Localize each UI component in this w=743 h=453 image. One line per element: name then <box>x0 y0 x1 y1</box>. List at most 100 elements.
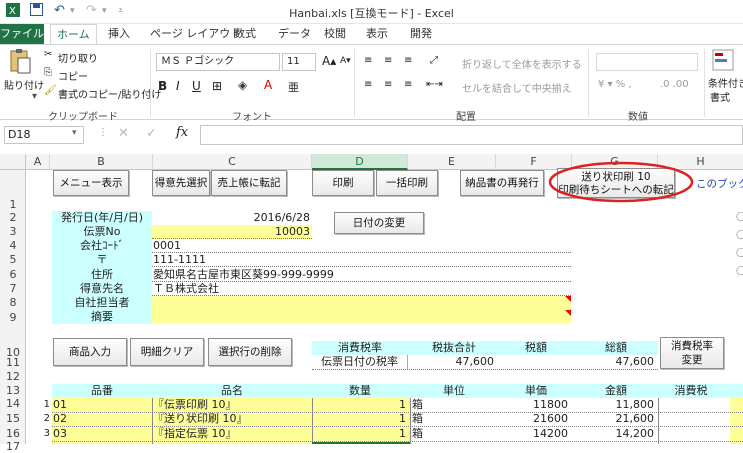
wrap-text-button[interactable]: 折り返して全体を表示する <box>462 56 582 71</box>
font-size-select[interactable]: 11 <box>282 53 316 71</box>
fill-color-icon[interactable]: ◈ <box>238 78 247 92</box>
column-header-b[interactable]: B <box>50 154 153 170</box>
table-row-price[interactable]: 21600 <box>498 412 568 426</box>
cut-icon[interactable]: ✂ <box>44 49 52 60</box>
copy-button[interactable]: コピー <box>58 68 88 83</box>
date-change-button[interactable]: 日付の変更 <box>334 212 424 234</box>
row-header[interactable]: 15 <box>0 412 26 425</box>
table-row-code[interactable]: 02 <box>53 412 149 426</box>
table-row-qty[interactable]: 1 <box>312 412 408 426</box>
align-right-icon[interactable]: ≡ <box>404 79 412 90</box>
slip-no-value[interactable]: 10003 <box>152 225 312 239</box>
font-name-select[interactable]: ＭＳ Ｐゴシック <box>156 53 280 71</box>
tab-formulas[interactable]: 数式 <box>228 24 262 44</box>
row-header[interactable]: 1 <box>0 198 26 211</box>
align-top-icon[interactable]: ≡ <box>364 55 372 66</box>
row-header[interactable]: 5 <box>0 253 26 266</box>
table-row-code[interactable]: 03 <box>53 427 149 441</box>
tab-review[interactable]: 校閲 <box>318 24 352 44</box>
row-header[interactable]: 8 <box>0 296 26 309</box>
merge-center-button[interactable]: セルを結合して中央揃え <box>462 80 572 95</box>
align-left-icon[interactable]: ≡ <box>364 79 372 90</box>
row-header[interactable]: 13 <box>0 384 26 397</box>
table-row-price[interactable]: 11800 <box>498 398 568 412</box>
row-header[interactable]: 4 <box>0 239 26 252</box>
print-button[interactable]: 印刷 <box>312 170 374 196</box>
orientation-icon[interactable]: ⤢ <box>430 55 438 66</box>
row-header[interactable]: 14 <box>0 397 26 410</box>
tax-rate-value[interactable]: 伝票日付の税率 <box>312 355 408 369</box>
font-color-icon[interactable]: A <box>264 78 272 92</box>
table-row-qty[interactable]: 1 <box>312 398 408 412</box>
column-header-a[interactable]: A <box>26 154 50 170</box>
row-header[interactable]: 12 <box>0 370 26 383</box>
staff-value[interactable] <box>152 296 571 310</box>
conditional-format-icon[interactable] <box>712 49 734 74</box>
batch-print-button[interactable]: 一括印刷 <box>376 170 438 196</box>
align-middle-icon[interactable]: ≡ <box>384 55 392 66</box>
cut-button[interactable]: 切り取り <box>58 50 98 65</box>
address-value[interactable]: 愛知県名古屋市東区葵99-999-9999 <box>153 268 453 282</box>
tab-file[interactable]: ファイル <box>0 24 44 44</box>
client-name-value[interactable]: ＴＢ株式会社 <box>153 282 353 296</box>
tax-rate-change-button[interactable]: 消費税率 変更 <box>660 337 724 369</box>
currency-icon[interactable]: ¥ ▾ % , <box>598 79 632 90</box>
zip-value[interactable]: 111-1111 <box>153 253 303 267</box>
memo-value[interactable] <box>152 310 571 324</box>
tab-home[interactable]: ホーム <box>50 24 97 44</box>
column-header-c[interactable]: C <box>153 154 312 170</box>
column-header-e[interactable]: E <box>408 154 496 170</box>
grow-font-icon[interactable]: A▴ <box>322 54 336 68</box>
row-header[interactable]: 6 <box>0 268 26 281</box>
reissue-delivery-note-button[interactable]: 納品書の再発行 <box>460 170 544 196</box>
paste-icon[interactable] <box>8 49 32 78</box>
name-box-dropdown-icon[interactable]: ▾ <box>72 128 77 138</box>
underline-icon[interactable]: U <box>192 79 201 93</box>
conditional-format-button[interactable]: 条件付き <box>708 75 743 90</box>
decimal-icon[interactable]: .0 .00 <box>660 79 689 90</box>
align-center-icon[interactable]: ≡ <box>384 79 392 90</box>
table-row-unit[interactable]: 箱 <box>412 398 498 412</box>
italic-icon[interactable]: I <box>176 79 180 93</box>
detail-clear-button[interactable]: 明細クリア <box>130 338 204 366</box>
format-painter-button[interactable]: 書式のコピー/貼り付け <box>58 86 161 101</box>
menu-button[interactable]: メニュー表示 <box>53 170 129 196</box>
client-select-button[interactable]: 得意先選択 <box>152 170 210 196</box>
row-header[interactable]: 17 <box>0 440 26 453</box>
number-format-select[interactable] <box>596 53 698 71</box>
column-header-d[interactable]: D <box>312 154 408 170</box>
borders-icon[interactable]: ⊞ <box>212 79 222 93</box>
row-header[interactable]: 11 <box>0 356 26 369</box>
formula-input[interactable] <box>200 125 743 145</box>
issue-date-value[interactable]: 2016/6/28 <box>152 211 312 225</box>
insert-function-icon[interactable]: fx <box>176 125 188 140</box>
row-header[interactable]: 2 <box>0 211 26 224</box>
phonetic-icon[interactable]: 亜 <box>288 79 299 95</box>
tab-view[interactable]: 表示 <box>360 24 394 44</box>
product-input-button[interactable]: 商品入力 <box>53 338 127 366</box>
delete-selected-row-button[interactable]: 選択行の削除 <box>208 338 292 366</box>
row-header[interactable]: 3 <box>0 225 26 238</box>
shrink-font-icon[interactable]: A▾ <box>340 56 351 66</box>
select-all-corner[interactable] <box>0 154 26 170</box>
tab-developer[interactable]: 開発 <box>404 24 438 44</box>
table-row-code[interactable]: 01 <box>53 398 149 412</box>
sheet-grid[interactable]: メニュー表示 得意先選択 売上帳に転記 印刷 一括印刷 納品書の再発行 送り状印… <box>26 161 743 444</box>
bold-icon[interactable]: B <box>158 79 167 93</box>
table-row-qty[interactable]: 1 <box>312 427 408 441</box>
copy-icon[interactable]: ⎘ <box>44 67 52 78</box>
book-link[interactable]: このブック <box>696 176 743 191</box>
enter-icon[interactable]: ✓ <box>146 126 157 141</box>
company-code-value[interactable]: 0001 <box>153 239 303 253</box>
tab-data[interactable]: データ <box>272 24 317 44</box>
table-row-name[interactable]: 『指定伝票 10』 <box>153 427 309 441</box>
format-button[interactable]: 書式 <box>710 89 730 104</box>
row-header[interactable]: 16 <box>0 427 26 440</box>
table-row-price[interactable]: 14200 <box>498 427 568 441</box>
table-row-name[interactable]: 『送り状印刷 10』 <box>153 412 309 426</box>
paste-button[interactable]: 貼り付け <box>4 77 44 92</box>
transfer-to-ledger-button[interactable]: 売上帳に転記 <box>211 170 287 196</box>
table-row-unit[interactable]: 箱 <box>412 412 498 426</box>
format-painter-icon[interactable]: 🖌 <box>44 85 57 96</box>
table-row-unit[interactable]: 箱 <box>412 427 498 441</box>
